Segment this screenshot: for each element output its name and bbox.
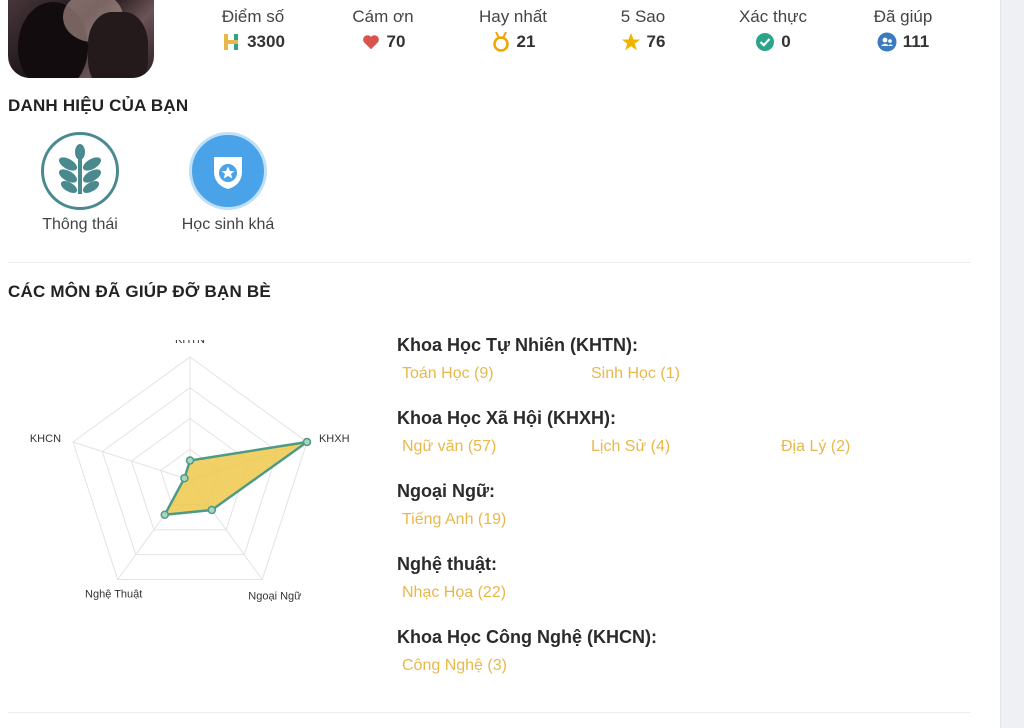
badge-name: Thông thái xyxy=(42,216,118,233)
radar-data-point xyxy=(160,510,170,519)
badge-thong-thai[interactable]: Thông thái xyxy=(20,132,140,234)
radar-axis-label: KHTN xyxy=(175,340,205,346)
radar-axis-label: KHCN xyxy=(30,433,61,445)
subject-link[interactable]: Tiếng Anh (19) xyxy=(402,511,506,529)
stat-label: Cám ơn xyxy=(352,7,414,26)
stat-value: 76 xyxy=(646,32,666,51)
badge-hoc-sinh-kha[interactable]: Học sinh khá xyxy=(168,132,288,234)
stat-value: 0 xyxy=(781,32,791,51)
radar-data-point xyxy=(185,456,195,465)
subject-link[interactable]: Nhạc Họa (22) xyxy=(402,584,506,602)
subject-group-title: Khoa Học Công Nghệ (KHCN): xyxy=(397,627,657,647)
radar-axis-label: Ngoại Ngữ xyxy=(248,591,302,603)
heart-icon xyxy=(361,32,381,52)
section-divider xyxy=(8,262,970,263)
stat-score: Điểm số 3300 xyxy=(198,0,308,52)
subject-group-nghe-thuat: Nghệ thuật: Nhạc Họa (22) xyxy=(397,552,997,625)
subject-link[interactable]: Sinh Học (1) xyxy=(591,365,680,383)
subject-group-ngoai-ngu: Ngoại Ngữ: Tiếng Anh (19) xyxy=(397,479,997,552)
avatar[interactable] xyxy=(8,0,154,78)
radar-spoke xyxy=(72,441,191,481)
medal-icon xyxy=(491,32,511,52)
users-group-icon xyxy=(877,32,897,52)
subject-group-khxh: Khoa Học Xã Hội (KHXH): Ngữ văn (57) Lịc… xyxy=(397,406,997,479)
stat-label: Hay nhất xyxy=(478,7,548,26)
subject-group-title: Ngoại Ngữ: xyxy=(397,481,496,501)
stat-five-star: 5 Sao 76 xyxy=(588,0,698,52)
leaf-badge-icon xyxy=(41,132,119,210)
stat-label: 5 Sao xyxy=(620,7,666,26)
subject-group-title: Khoa Học Tự Nhiên (KHTN): xyxy=(397,335,639,355)
subject-link[interactable]: Lịch Sử (4) xyxy=(591,438,670,456)
radar-axis-label: Nghệ Thuật xyxy=(85,589,142,601)
stat-thanks: Cám ơn 70 xyxy=(328,0,438,52)
stat-helped: Đã giúp 111 xyxy=(848,0,958,52)
score-h-icon xyxy=(221,32,241,52)
stat-label: Đã giúp xyxy=(873,7,933,26)
subject-link[interactable]: Địa Lý (2) xyxy=(781,438,850,456)
stat-label: Xác thực xyxy=(738,7,808,26)
section-divider xyxy=(8,712,970,713)
stat-value: 111 xyxy=(902,32,930,51)
stat-label: Điểm số xyxy=(221,7,285,26)
star-icon xyxy=(621,32,641,52)
page-scroll-gutter xyxy=(1000,0,1024,728)
stat-best: Hay nhất 21 xyxy=(458,0,568,52)
radar-data-point xyxy=(207,505,217,515)
stat-value: 70 xyxy=(386,32,406,51)
subject-group-title: Nghệ thuật: xyxy=(397,554,497,574)
badge-name: Học sinh khá xyxy=(181,216,275,233)
subject-group-khtn: Khoa Học Tự Nhiên (KHTN): Toán Học (9) S… xyxy=(397,333,997,406)
radar-axis-label: KHXH xyxy=(319,433,350,445)
stat-verified: Xác thực 0 xyxy=(718,0,828,52)
subject-link[interactable]: Ngữ văn (57) xyxy=(402,438,496,456)
subjects-section-heading: CÁC MÔN ĐÃ GIÚP ĐỠ BẠN BÈ xyxy=(8,282,271,301)
stat-value: 3300 xyxy=(247,32,285,51)
subject-link[interactable]: Toán Học (9) xyxy=(402,365,494,383)
shield-star-badge-icon xyxy=(189,132,267,210)
subject-group-title: Khoa Học Xã Hội (KHXH): xyxy=(397,408,617,428)
subjects-list: Khoa Học Tự Nhiên (KHTN): Toán Học (9) S… xyxy=(397,333,997,698)
subject-group-khcn: Khoa Học Công Nghệ (KHCN): Công Nghệ (3) xyxy=(397,625,997,698)
subjects-radar-chart: KHTN KHXH Ngoại Ngữ Nghệ Thuật KHCN xyxy=(30,340,350,603)
verified-check-icon xyxy=(755,32,775,52)
stat-value: 21 xyxy=(516,32,536,51)
radar-data-point xyxy=(180,473,189,483)
radar-data-point xyxy=(302,437,312,447)
subject-link[interactable]: Công Nghệ (3) xyxy=(402,657,507,675)
titles-section-heading: DANH HIỆU CỦA BẠN xyxy=(8,96,189,115)
